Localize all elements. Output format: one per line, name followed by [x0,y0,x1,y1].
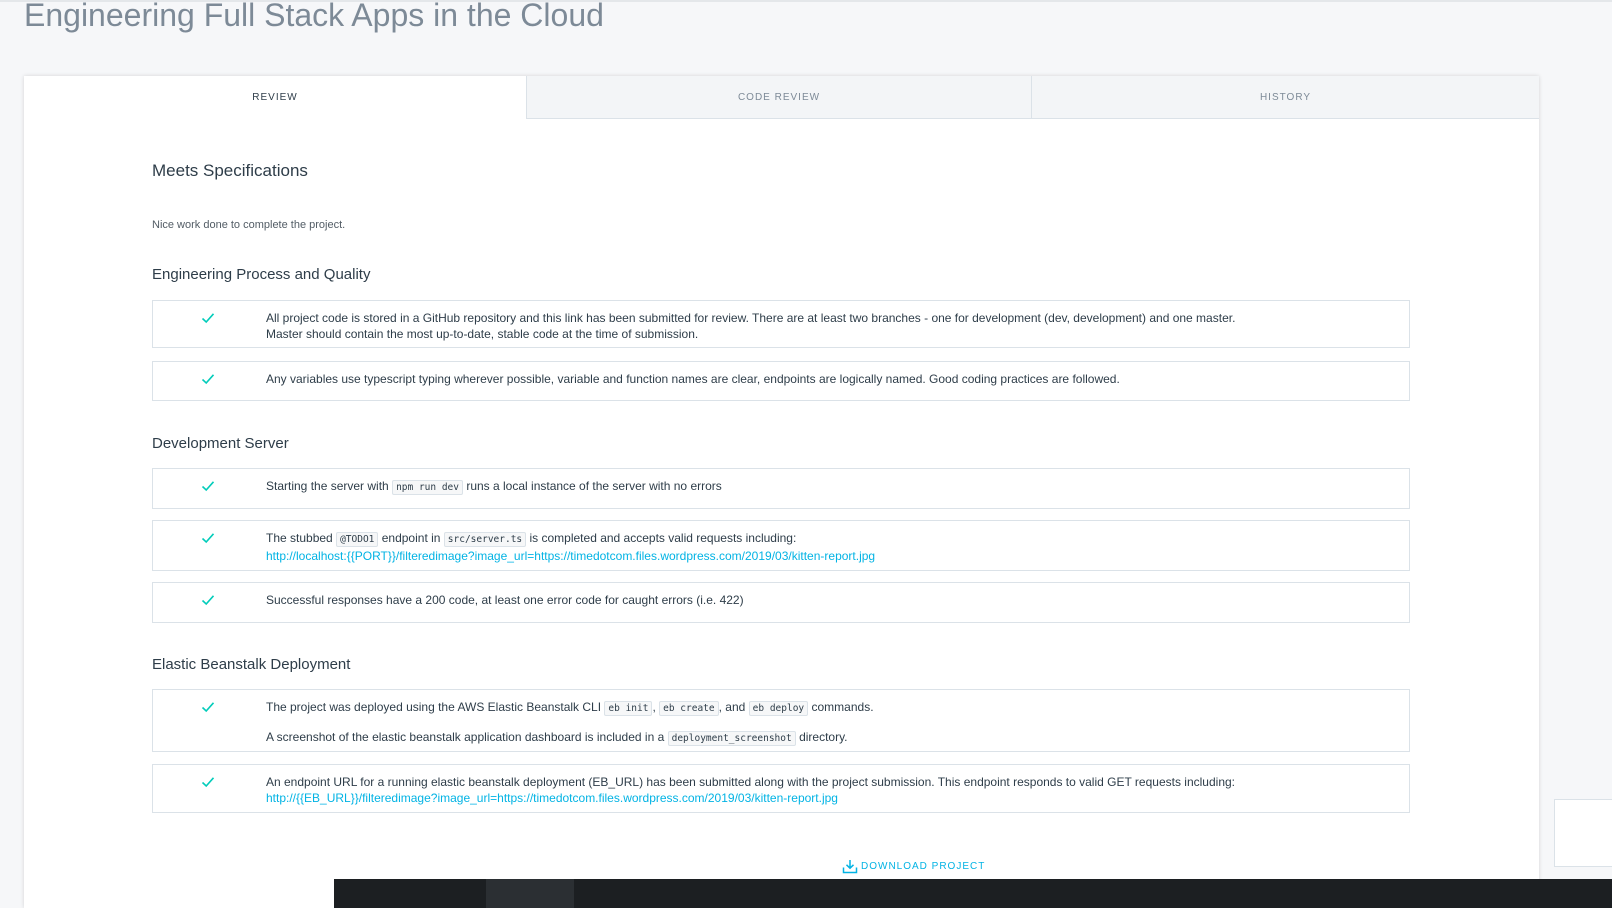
rubric-item: Successful responses have a 200 code, at… [152,582,1410,623]
checkmark-icon [201,374,215,385]
download-project-label: DOWNLOAD PROJECT [861,861,986,872]
page-title: Engineering Full Stack Apps in the Cloud [24,0,604,33]
rubric-item: Starting the server with npm run dev run… [152,468,1410,509]
checkmark-icon [201,777,215,788]
download-project-button[interactable]: DOWNLOAD PROJECT [842,859,985,874]
bottom-bar-segment [486,879,574,908]
download-icon [842,860,858,874]
reviewer-note: Nice work done to complete the project. [152,219,346,231]
rubric-item-text: Successful responses have a 200 code, at… [266,593,744,607]
rubric-item-text: An endpoint URL for a running elastic be… [266,775,1235,805]
rubric-item-text: All project code is stored in a GitHub r… [266,311,1236,341]
checkmark-icon [201,702,215,713]
checkmark-icon [201,481,215,492]
inline-code: deployment_screenshot [667,731,796,746]
inline-code: src/server.ts [443,532,527,547]
bottom-bar [334,879,1612,908]
inline-code: eb deploy [748,701,809,716]
review-card: REVIEW CODE REVIEW HISTORY Meets Specifi… [24,76,1539,908]
inline-code: npm run dev [392,480,463,495]
side-widget[interactable] [1554,799,1612,867]
inline-code: @TODO1 [336,532,379,547]
section-title-development-server: Development Server [152,435,289,452]
rubric-item-text: The project was deployed using the AWS E… [266,700,874,746]
section-title-engineering-process: Engineering Process and Quality [152,266,371,283]
inline-code: eb init [604,701,653,716]
rubric-item: Any variables use typescript typing wher… [152,361,1410,401]
tab-code-review[interactable]: CODE REVIEW [526,76,1031,119]
localhost-example-link[interactable]: http://localhost:{{PORT}}/filteredimage?… [266,549,875,563]
rubric-item-text: The stubbed @TODO1 endpoint in src/serve… [266,531,876,563]
rubric-item: The project was deployed using the AWS E… [152,689,1410,752]
rubric-item: All project code is stored in a GitHub r… [152,300,1410,348]
checkmark-icon [201,313,215,324]
rubric-item: The stubbed @TODO1 endpoint in src/serve… [152,520,1410,571]
rubric-item-text: Starting the server with npm run dev run… [266,479,722,495]
rubric-item-text: Any variables use typescript typing wher… [266,372,1120,386]
tab-review[interactable]: REVIEW [24,76,526,119]
review-status: Meets Specifications [152,161,308,180]
eb-url-example-link[interactable]: http://{{EB_URL}}/filteredimage?image_ur… [266,791,838,805]
inline-code: eb create [659,701,719,716]
tab-bar: REVIEW CODE REVIEW HISTORY [24,76,1539,119]
checkmark-icon [201,533,215,544]
rubric-item: An endpoint URL for a running elastic be… [152,764,1410,813]
tab-history[interactable]: HISTORY [1031,76,1539,119]
section-title-elastic-beanstalk: Elastic Beanstalk Deployment [152,656,351,673]
checkmark-icon [201,595,215,606]
